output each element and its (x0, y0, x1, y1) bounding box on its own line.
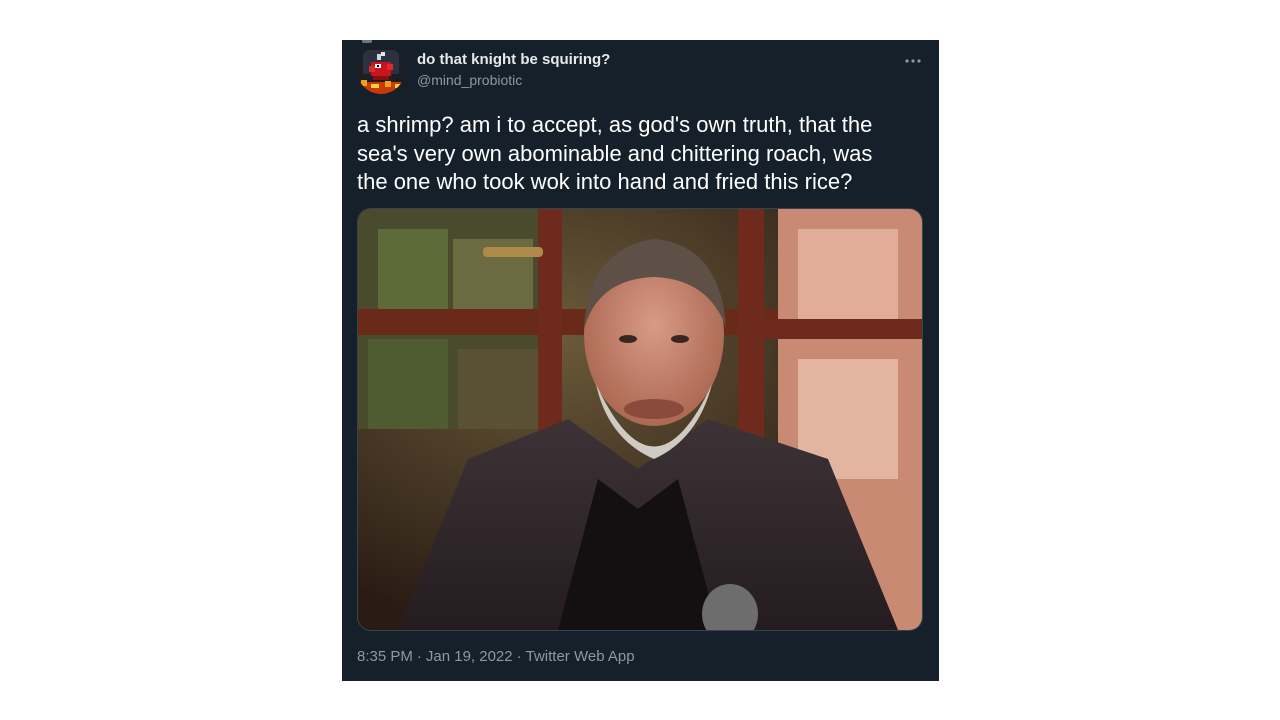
pixel-knight-avatar-icon[interactable] (357, 46, 405, 94)
display-name[interactable]: do that knight be squiring? (417, 52, 610, 68)
tweet-card: do that knight be squiring? @mind_probio… (342, 40, 939, 681)
more-dots-icon[interactable] (903, 54, 923, 66)
tweet-time[interactable]: 8:35 PM (357, 648, 413, 665)
user-handle[interactable]: @mind_probiotic (417, 71, 610, 89)
meta-separator: · (516, 648, 522, 665)
meta-separator: · (416, 648, 422, 665)
tweet-photo[interactable] (357, 208, 923, 631)
tweet-header: do that knight be squiring? @mind_probio… (357, 46, 925, 96)
tweet-date[interactable]: Jan 19, 2022 (426, 648, 513, 665)
avatar-top-indicator (362, 40, 372, 43)
tweet-source[interactable]: Twitter Web App (526, 648, 635, 665)
author-block[interactable]: do that knight be squiring? @mind_probio… (417, 52, 610, 89)
tweet-metadata: 8:35 PM · Jan 19, 2022 · Twitter Web App (357, 647, 635, 667)
tweet-text: a shrimp? am i to accept, as god's own t… (357, 112, 873, 194)
